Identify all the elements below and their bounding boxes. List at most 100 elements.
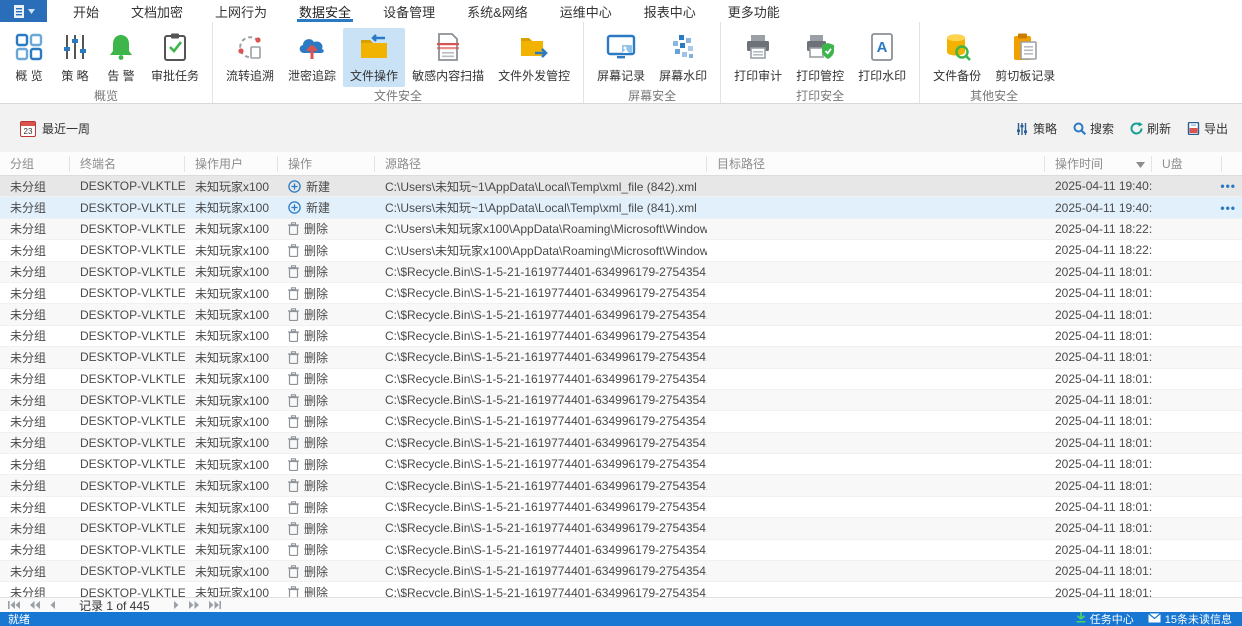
table-row[interactable]: 未分组 DESKTOP-VLKTLE1 未知玩家x100 删除 C:\$Recy… [0,304,1242,326]
cell-terminal: DESKTOP-VLKTLE1 [80,478,185,493]
cell-source-path: C:\$Recycle.Bin\S-1-5-21-1619774401-6349… [385,350,707,365]
row-more-actions-button[interactable]: ••• [1220,176,1236,196]
policy-action-button[interactable]: 策略 [1016,120,1057,137]
cell-source-path: C:\$Recycle.Bin\S-1-5-21-1619774401-6349… [385,585,707,597]
menu-item-start[interactable]: 开始 [57,0,115,22]
table-row[interactable]: 未分组 DESKTOP-VLKTLE1 未知玩家x100 删除 C:\$Recy… [0,282,1242,305]
flow-trace-button[interactable]: 流转追溯 [219,28,281,87]
menu-items: 开始 文档加密 上网行为 数据安全 设备管理 系统&网络 运维中心 报表中心 更… [57,0,796,22]
leak-trace-button[interactable]: 泄密追踪 [281,28,343,87]
column-header-usb[interactable]: U盘 [1152,155,1222,172]
table-row[interactable]: 未分组 DESKTOP-VLKTLE1 未知玩家x100 删除 C:\$Recy… [0,539,1242,562]
pager-bar: 记录 1 of 445 [0,597,1242,613]
menu-item-doc-encrypt[interactable]: 文档加密 [115,0,199,22]
table-row[interactable]: 未分组 DESKTOP-VLKTLE1 未知玩家x100 删除 C:\$Recy… [0,389,1242,412]
cell-group: 未分组 [10,393,47,408]
column-header-operation[interactable]: 操作 [278,155,375,172]
export-file-icon [1187,122,1200,135]
menu-item-data-security[interactable]: 数据安全 [283,0,367,22]
table-row[interactable]: 未分组 DESKTOP-VLKTLE1 未知玩家x100 删除 C:\$Recy… [0,518,1242,540]
column-header-user[interactable]: 操作用户 [185,155,278,172]
row-more-actions-button[interactable]: ••• [1220,197,1236,217]
cell-terminal: DESKTOP-VLKTLE1 [80,564,185,579]
overview-button[interactable]: 概 览 [6,28,52,87]
print-control-button[interactable]: 打印管控 [789,28,851,87]
menu-item-report-center[interactable]: 报表中心 [628,0,712,22]
column-header-source-path[interactable]: 源路径 [375,155,707,172]
last-page-icon[interactable] [208,601,221,609]
approval-tasks-button[interactable]: 审批任务 [144,28,206,87]
menu-item-system-network[interactable]: 系统&网络 [451,0,544,22]
table-row[interactable]: 未分组 DESKTOP-VLKTLE1 未知玩家x100 删除 C:\$Recy… [0,475,1242,497]
trash-icon [288,329,299,343]
fast-next-page-icon[interactable] [188,601,199,609]
file-outgoing-button[interactable]: 文件外发管控 [491,28,577,87]
print-audit-button[interactable]: 打印审计 [727,28,789,87]
fast-prev-page-icon[interactable] [30,601,40,609]
unread-messages-label: 15条未读信息 [1164,614,1232,626]
table-row[interactable]: 未分组 DESKTOP-VLKTLE1 未知玩家x100 删除 C:\$Recy… [0,582,1242,597]
menu-item-more[interactable]: 更多功能 [712,0,796,22]
print-watermark-button[interactable]: A 打印水印 [851,28,913,87]
cell-operation: 删除 [278,285,375,302]
clipboard-record-button[interactable]: 剪切板记录 [988,28,1062,87]
menu-item-device-mgmt[interactable]: 设备管理 [367,0,451,22]
next-page-icon[interactable] [173,601,179,609]
table-row[interactable]: 未分组 DESKTOP-VLKTLE1 未知玩家x100 新建 C:\Users… [0,176,1242,198]
operation-label: 删除 [304,372,329,387]
export-button[interactable]: 导出 [1187,120,1228,137]
task-center-button[interactable]: 任务中心 [1076,611,1134,626]
alert-button[interactable]: 告 警 [98,28,144,87]
menu-item-web-behavior[interactable]: 上网行为 [199,0,283,22]
table-row[interactable]: 未分组 DESKTOP-VLKTLE1 未知玩家x100 删除 C:\Users… [0,218,1242,241]
operation-label: 删除 [304,543,329,558]
cell-group: 未分组 [10,543,47,558]
menu-item-ops-center[interactable]: 运维中心 [544,0,628,22]
unread-messages-button[interactable]: 15条未读信息 [1147,611,1232,626]
refresh-icon [1130,122,1143,135]
refresh-button[interactable]: 刷新 [1130,120,1171,137]
column-header-terminal[interactable]: 终端名 [70,155,185,172]
table-row[interactable]: 未分组 DESKTOP-VLKTLE1 未知玩家x100 删除 C:\$Recy… [0,368,1242,390]
prev-page-icon[interactable] [50,601,56,609]
cell-user: 未知玩家x100 [195,222,270,237]
cell-operation: 删除 [278,263,375,280]
table-row[interactable]: 未分组 DESKTOP-VLKTLE1 未知玩家x100 新建 C:\Users… [0,197,1242,219]
table-row[interactable]: 未分组 DESKTOP-VLKTLE1 未知玩家x100 删除 C:\$Recy… [0,261,1242,283]
ribbon: 概 览 策 略 告 警 审批任务 概览 流转追溯 泄密追踪 文件操作 敏感内容扫… [0,22,1242,104]
screen-watermark-button[interactable]: 屏幕水印 [652,28,714,87]
sort-dropdown-icon[interactable] [1136,156,1145,172]
app-menu-button[interactable] [0,0,47,22]
search-button[interactable]: 搜索 [1073,120,1114,137]
table-row[interactable]: 未分组 DESKTOP-VLKTLE1 未知玩家x100 删除 C:\$Recy… [0,411,1242,433]
table-row[interactable]: 未分组 DESKTOP-VLKTLE1 未知玩家x100 删除 C:\Users… [0,240,1242,262]
trash-icon [288,564,299,578]
screen-record-button[interactable]: 屏幕记录 [590,28,652,87]
table-row[interactable]: 未分组 DESKTOP-VLKTLE1 未知玩家x100 删除 C:\$Recy… [0,496,1242,519]
table-row[interactable]: 未分组 DESKTOP-VLKTLE1 未知玩家x100 删除 C:\$Recy… [0,347,1242,369]
column-header-group[interactable]: 分组 [0,155,70,172]
cell-time: 2025-04-11 18:01:38 [1055,500,1152,515]
cell-operation: 删除 [278,413,375,430]
cell-group: 未分组 [10,265,47,280]
cell-user: 未知玩家x100 [195,308,270,323]
file-backup-button[interactable]: 文件备份 [926,28,988,87]
cell-operation: 删除 [278,584,375,597]
operation-label: 删除 [304,222,329,237]
alert-bell-icon [106,32,136,62]
table-row[interactable]: 未分组 DESKTOP-VLKTLE1 未知玩家x100 删除 C:\$Recy… [0,432,1242,455]
sensitive-scan-button[interactable]: 敏感内容扫描 [405,28,491,87]
table-row[interactable]: 未分组 DESKTOP-VLKTLE1 未知玩家x100 删除 C:\$Recy… [0,325,1242,348]
policy-button[interactable]: 策 略 [52,28,98,87]
operation-label: 新建 [306,179,331,194]
column-header-target-path[interactable]: 目标路径 [707,155,1045,172]
cell-terminal: DESKTOP-VLKTLE1 [80,457,185,472]
cell-user: 未知玩家x100 [195,414,270,429]
date-range-filter[interactable]: 23 最近一周 [20,120,90,137]
first-page-icon[interactable] [8,601,20,609]
column-header-time[interactable]: 操作时间 [1045,155,1152,172]
file-operation-button[interactable]: 文件操作 [343,28,406,87]
table-row[interactable]: 未分组 DESKTOP-VLKTLE1 未知玩家x100 删除 C:\$Recy… [0,454,1242,476]
table-row[interactable]: 未分组 DESKTOP-VLKTLE1 未知玩家x100 删除 C:\$Recy… [0,561,1242,583]
screen-record-icon [606,32,636,62]
